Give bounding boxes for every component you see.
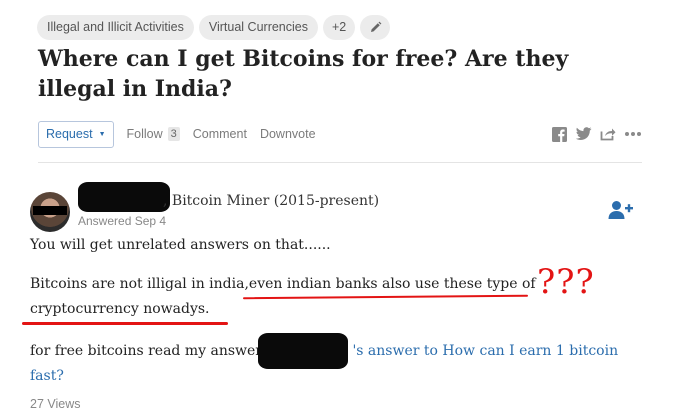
redacted-linked-name <box>258 333 348 369</box>
comment-button[interactable]: Comment <box>193 127 247 141</box>
question-action-bar: Request ▼ Follow 3 Comment Downvote <box>38 120 642 148</box>
edit-topics-button[interactable] <box>360 15 391 40</box>
request-button[interactable]: Request ▼ <box>38 120 114 148</box>
red-underline-annotation <box>22 322 228 325</box>
answer-paragraph: You will get unrelated answers on that..… <box>30 237 331 253</box>
more-topics-button[interactable]: +2 <box>323 15 356 40</box>
avatar[interactable] <box>30 192 70 232</box>
facebook-icon[interactable] <box>552 126 567 142</box>
topic-pill[interactable]: Virtual Currencies <box>198 15 318 40</box>
follow-count: 3 <box>167 127 180 141</box>
request-label: Request <box>46 127 93 141</box>
question-title[interactable]: Where can I get Bitcoins for free? Are t… <box>38 44 648 104</box>
topic-list: Illegal and Illicit Activities Virtual C… <box>37 15 391 40</box>
question-marks-annotation: ??? <box>537 262 595 302</box>
answer-text-prefix: for free bitcoins read my answer <box>30 343 267 359</box>
redacted-author-name <box>78 182 170 212</box>
share-icon[interactable] <box>600 127 616 141</box>
redacted-eyes <box>33 206 67 215</box>
caret-down-icon: ▼ <box>98 130 106 138</box>
add-user-icon <box>608 201 633 219</box>
view-count[interactable]: 27 Views <box>30 397 81 411</box>
more-icon[interactable] <box>624 131 642 137</box>
follow-label: Follow <box>126 127 163 141</box>
follow-user-button[interactable] <box>608 200 634 225</box>
topic-pill[interactable]: Illegal and Illicit Activities <box>37 15 194 40</box>
divider <box>38 162 642 163</box>
twitter-icon[interactable] <box>575 127 592 141</box>
follow-button[interactable]: Follow 3 <box>127 127 180 141</box>
downvote-button[interactable]: Downvote <box>260 127 316 141</box>
pencil-icon <box>370 21 382 32</box>
author-credential: , Bitcoin Miner (2015-present) <box>163 193 380 209</box>
answered-date[interactable]: Answered Sep 4 <box>78 214 166 228</box>
share-icons <box>552 126 642 142</box>
